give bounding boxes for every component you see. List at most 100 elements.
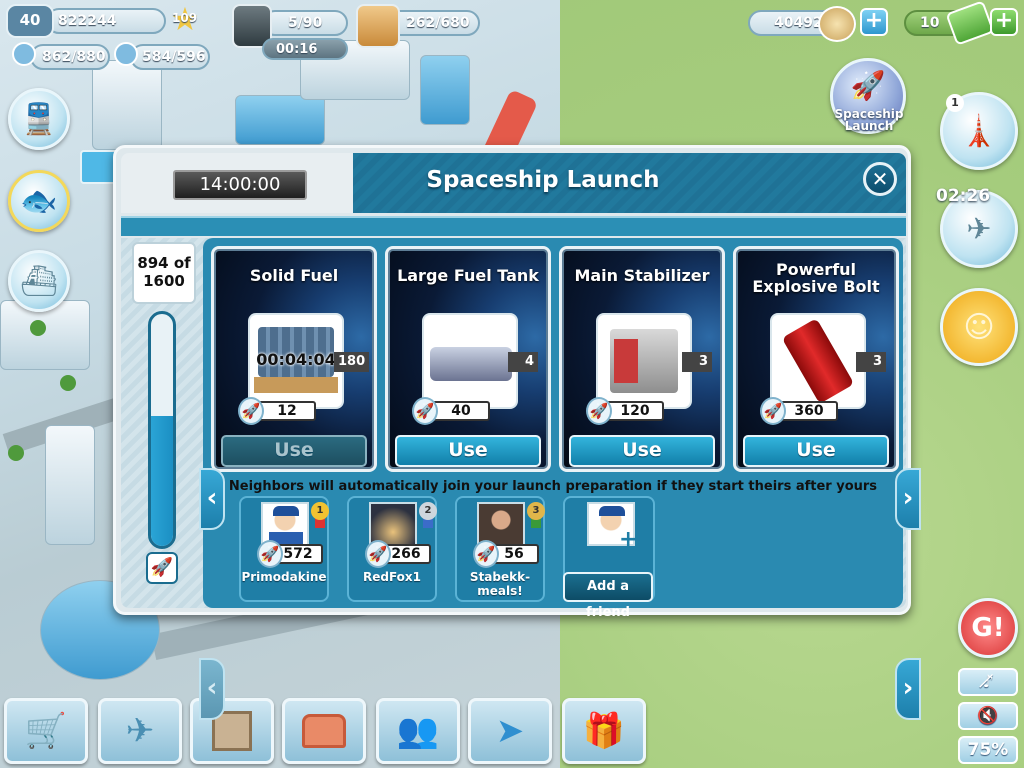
rank-medal-icon: 1 xyxy=(311,502,329,528)
gift-icon: 🎁 xyxy=(582,711,626,751)
stabilizer-icon xyxy=(598,315,690,407)
friend-score: 572 🚀 xyxy=(257,540,323,568)
item-card-solid-fuel: Solid Fuel 00:04:04 180 12 🚀 Use xyxy=(211,246,377,472)
building xyxy=(92,60,162,150)
coins-counter: 822244 xyxy=(46,8,166,34)
send-button[interactable]: ➤ xyxy=(468,698,552,764)
dialog-body: 894 of 1600 🚀 Solid Fuel 00:04:04 180 12… xyxy=(121,238,921,720)
use-button[interactable]: Use xyxy=(569,435,715,467)
spaceship-launch-label: Spaceship Launch xyxy=(834,107,904,133)
cards-prev-button[interactable]: ‹ xyxy=(199,468,225,530)
storage-bag-icon xyxy=(356,4,400,48)
fuel-tank-icon xyxy=(424,315,516,407)
item-quantity: 3 xyxy=(682,352,712,372)
item-name: Solid Fuel xyxy=(249,266,339,285)
notification-badge: 1 xyxy=(946,94,964,112)
dialog-title: Spaceship Launch xyxy=(426,167,660,193)
sound-toggle-button[interactable]: ♪̸ xyxy=(958,668,1018,696)
airplane-icon: ✈ xyxy=(125,711,155,751)
add-friend-card[interactable]: + Add a friend xyxy=(563,496,655,620)
happiness-button[interactable]: ☺ xyxy=(940,288,1018,366)
chevron-right-icon: › xyxy=(902,673,914,703)
friends-prev-button[interactable]: ‹ xyxy=(199,658,225,720)
shop-button[interactable]: 🛒 xyxy=(4,698,88,764)
music-off-icon: ♪̸ xyxy=(982,672,994,692)
chevron-left-icon: ‹ xyxy=(206,483,218,513)
item-points: 40 🚀 xyxy=(412,397,492,425)
rocket-icon: 🚀 xyxy=(586,397,612,425)
chevron-left-icon: ‹ xyxy=(206,673,218,703)
neighbors-note: Neighbors will automatically join your l… xyxy=(228,479,878,494)
jobs-counter: 584/596 xyxy=(130,44,210,70)
close-button[interactable]: ✕ xyxy=(863,162,897,196)
friend-card[interactable]: 2 266 🚀 RedFox1 xyxy=(347,496,437,602)
progress-count: 894 of 1600 xyxy=(132,242,196,304)
buy-cash-button[interactable]: + xyxy=(990,8,1018,36)
item-name: Large Fuel Tank xyxy=(397,266,539,285)
tree xyxy=(60,375,76,391)
use-button[interactable]: Use xyxy=(743,435,889,467)
item-timer: 00:04:04 xyxy=(256,350,336,369)
use-button[interactable]: Use xyxy=(221,435,367,467)
add-friend-button[interactable]: Add a friend xyxy=(563,572,653,620)
friends-button[interactable]: 👥 xyxy=(376,698,460,764)
item-quantity: 180 xyxy=(334,352,370,372)
storage-counter: 262/680 xyxy=(386,10,480,36)
explosive-bolt-icon xyxy=(772,315,864,407)
item-name: Main Stabilizer xyxy=(574,266,710,285)
friends-icon: 👥 xyxy=(396,711,440,751)
close-icon: ✕ xyxy=(871,167,889,191)
fuel-counter: 5/90 xyxy=(262,10,348,36)
rocket-icon: 🚀 xyxy=(365,540,391,568)
item-points: 360 🚀 xyxy=(760,397,840,425)
gifts-button[interactable]: 🎁 xyxy=(562,698,646,764)
stars-counter: 109 xyxy=(172,11,198,25)
rocket-icon: 🚀 xyxy=(238,397,264,425)
buy-currency-button[interactable]: + xyxy=(860,8,888,36)
zoom-level[interactable]: 75% xyxy=(958,736,1018,764)
side-button-fish[interactable]: 🐟 xyxy=(8,170,70,232)
side-button-boat[interactable]: ⛴ xyxy=(8,250,70,312)
dialog-header-left: 14:00:00 xyxy=(121,153,353,213)
send-icon: ➤ xyxy=(495,711,525,751)
cards-next-button[interactable]: › xyxy=(895,468,921,530)
friend-card[interactable]: 1 572 🚀 Primodakine xyxy=(239,496,329,602)
friends-next-button[interactable]: › xyxy=(895,658,921,720)
rocket-icon: 🚀 xyxy=(760,397,786,425)
dialog-band xyxy=(121,216,906,236)
points-value: 40 xyxy=(432,401,490,421)
rocket-icon: 🚀 xyxy=(412,397,438,425)
rank-medal-icon: 3 xyxy=(527,502,545,528)
launch-timer: 14:00:00 xyxy=(173,170,307,200)
side-button-train[interactable]: 🚆 xyxy=(8,88,70,150)
friend-card[interactable]: 3 56 🚀 Stabekk-meals! xyxy=(455,496,545,602)
airplanes-button[interactable]: ✈ xyxy=(98,698,182,764)
level-badge[interactable]: 40 xyxy=(6,4,54,38)
add-friend-avatar-icon: + xyxy=(587,502,637,551)
treasure-button[interactable] xyxy=(282,698,366,764)
social-network-button[interactable]: G! xyxy=(958,598,1018,658)
item-points: 120 🚀 xyxy=(586,397,666,425)
treasure-chest-icon xyxy=(302,714,346,748)
spaceship-launch-dialog: 14:00:00 Spaceship Launch ✕ 894 of 1600 … xyxy=(113,145,921,720)
friend-score: 266 🚀 xyxy=(365,540,431,568)
progress-bar xyxy=(148,311,176,549)
population-icon xyxy=(12,42,36,66)
chevron-right-icon: › xyxy=(902,483,914,513)
rocket-points-icon: 🚀 xyxy=(146,552,178,584)
friend-name: Stabekk-meals! xyxy=(469,570,531,598)
fuel-timer: 00:16 xyxy=(262,38,348,60)
mute-button[interactable]: 🔇 xyxy=(958,702,1018,730)
friend-name: Primodakine xyxy=(241,570,327,584)
progress-bar-fill xyxy=(151,416,173,546)
use-button[interactable]: Use xyxy=(395,435,541,467)
points-value: 360 xyxy=(780,401,838,421)
train-icon: 🚆 xyxy=(20,101,58,137)
friend-name: RedFox1 xyxy=(362,570,421,584)
points-value: 120 xyxy=(606,401,664,421)
tower-building xyxy=(45,425,95,545)
item-name: Powerful Explosive Bolt xyxy=(752,260,880,296)
dialog-header: Spaceship Launch xyxy=(353,153,906,213)
item-card-main-stabilizer: Main Stabilizer 3 120 🚀 Use xyxy=(559,246,725,472)
item-card-large-fuel-tank: Large Fuel Tank 4 40 🚀 Use xyxy=(385,246,551,472)
